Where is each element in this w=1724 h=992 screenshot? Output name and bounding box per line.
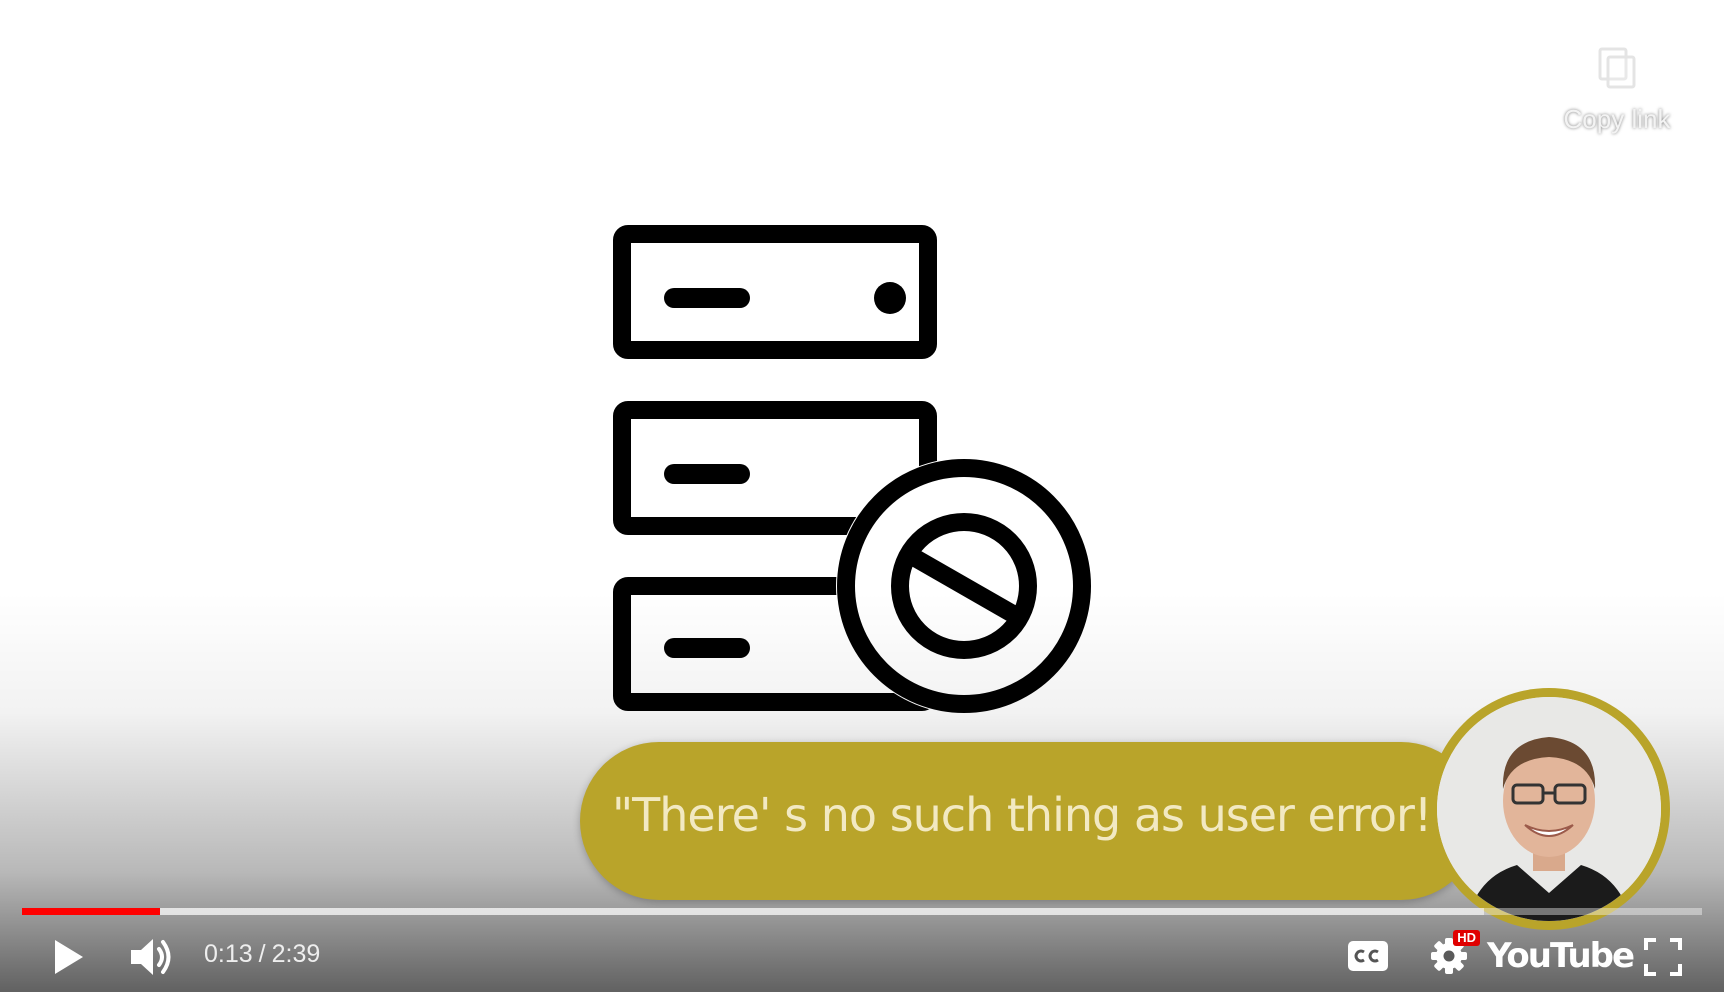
captions-icon bbox=[1348, 941, 1388, 971]
play-button[interactable] bbox=[44, 934, 94, 980]
progress-played bbox=[22, 908, 160, 915]
duration: 2:39 bbox=[271, 940, 321, 968]
copy-link-button[interactable]: Copy link bbox=[1552, 46, 1682, 135]
video-player[interactable]: Copy link "There' s no such thing as use… bbox=[0, 0, 1724, 992]
server-blocked-illustration bbox=[613, 225, 1092, 714]
settings-button[interactable]: HD bbox=[1426, 930, 1480, 978]
progress-bar[interactable] bbox=[22, 908, 1702, 915]
fullscreen-button[interactable] bbox=[1640, 934, 1686, 980]
volume-button[interactable] bbox=[126, 934, 178, 980]
copy-link-label: Copy link bbox=[1563, 104, 1671, 134]
play-icon bbox=[55, 940, 83, 974]
time-display: 0:13/2:39 bbox=[204, 940, 320, 969]
current-time: 0:13 bbox=[204, 940, 253, 968]
time-separator: / bbox=[258, 940, 266, 968]
copy-icon bbox=[1598, 47, 1636, 89]
player-controls: 0:13/2:39 HD YouTube bbox=[0, 922, 1724, 992]
presenter-photo bbox=[1437, 697, 1661, 921]
fullscreen-icon bbox=[1644, 938, 1682, 976]
hd-badge: HD bbox=[1453, 930, 1480, 946]
quote-text: "There' s no such thing as user error!" bbox=[612, 788, 1453, 842]
youtube-logo[interactable]: YouTube bbox=[1487, 932, 1635, 980]
volume-icon bbox=[131, 939, 171, 975]
presenter-avatar bbox=[1428, 688, 1670, 930]
captions-button[interactable] bbox=[1344, 936, 1392, 976]
progress-loaded bbox=[22, 908, 1484, 915]
